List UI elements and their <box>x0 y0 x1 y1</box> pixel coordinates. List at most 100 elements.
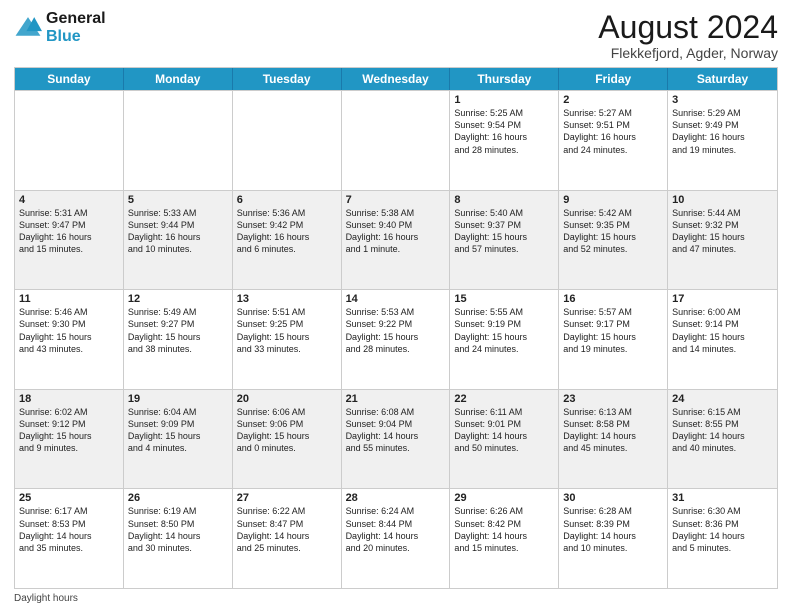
header-cell-friday: Friday <box>559 68 668 90</box>
cal-cell-empty-0-1 <box>124 91 233 190</box>
cal-cell-1: 1Sunrise: 5:25 AM Sunset: 9:54 PM Daylig… <box>450 91 559 190</box>
day-number: 23 <box>563 393 663 405</box>
cell-info: Sunrise: 5:25 AM Sunset: 9:54 PM Dayligh… <box>454 107 554 156</box>
day-number: 17 <box>672 293 773 305</box>
cell-info: Sunrise: 5:44 AM Sunset: 9:32 PM Dayligh… <box>672 207 773 256</box>
cal-cell-20: 20Sunrise: 6:06 AM Sunset: 9:06 PM Dayli… <box>233 390 342 489</box>
cal-cell-21: 21Sunrise: 6:08 AM Sunset: 9:04 PM Dayli… <box>342 390 451 489</box>
day-number: 18 <box>19 393 119 405</box>
cell-info: Sunrise: 5:42 AM Sunset: 9:35 PM Dayligh… <box>563 207 663 256</box>
cell-info: Sunrise: 5:53 AM Sunset: 9:22 PM Dayligh… <box>346 306 446 355</box>
page: General Blue August 2024 Flekkefjord, Ag… <box>0 0 792 612</box>
day-number: 6 <box>237 194 337 206</box>
cal-cell-30: 30Sunrise: 6:28 AM Sunset: 8:39 PM Dayli… <box>559 489 668 588</box>
cal-cell-29: 29Sunrise: 6:26 AM Sunset: 8:42 PM Dayli… <box>450 489 559 588</box>
cell-info: Sunrise: 5:51 AM Sunset: 9:25 PM Dayligh… <box>237 306 337 355</box>
day-number: 4 <box>19 194 119 206</box>
day-number: 15 <box>454 293 554 305</box>
cal-cell-22: 22Sunrise: 6:11 AM Sunset: 9:01 PM Dayli… <box>450 390 559 489</box>
day-number: 28 <box>346 492 446 504</box>
logo: General Blue <box>14 10 106 45</box>
cell-info: Sunrise: 5:49 AM Sunset: 9:27 PM Dayligh… <box>128 306 228 355</box>
day-number: 29 <box>454 492 554 504</box>
header-cell-saturday: Saturday <box>668 68 777 90</box>
cal-cell-14: 14Sunrise: 5:53 AM Sunset: 9:22 PM Dayli… <box>342 290 451 389</box>
title-block: August 2024 Flekkefjord, Agder, Norway <box>598 10 778 61</box>
day-number: 9 <box>563 194 663 206</box>
day-number: 14 <box>346 293 446 305</box>
footer: Daylight hours <box>14 593 778 604</box>
subtitle: Flekkefjord, Agder, Norway <box>598 45 778 61</box>
cal-cell-26: 26Sunrise: 6:19 AM Sunset: 8:50 PM Dayli… <box>124 489 233 588</box>
cell-info: Sunrise: 6:17 AM Sunset: 8:53 PM Dayligh… <box>19 505 119 554</box>
cal-cell-16: 16Sunrise: 5:57 AM Sunset: 9:17 PM Dayli… <box>559 290 668 389</box>
day-number: 16 <box>563 293 663 305</box>
day-number: 21 <box>346 393 446 405</box>
cal-cell-10: 10Sunrise: 5:44 AM Sunset: 9:32 PM Dayli… <box>668 191 777 290</box>
cell-info: Sunrise: 5:27 AM Sunset: 9:51 PM Dayligh… <box>563 107 663 156</box>
main-title: August 2024 <box>598 10 778 45</box>
cal-cell-11: 11Sunrise: 5:46 AM Sunset: 9:30 PM Dayli… <box>15 290 124 389</box>
cell-info: Sunrise: 6:00 AM Sunset: 9:14 PM Dayligh… <box>672 306 773 355</box>
cell-info: Sunrise: 6:19 AM Sunset: 8:50 PM Dayligh… <box>128 505 228 554</box>
day-number: 5 <box>128 194 228 206</box>
day-number: 13 <box>237 293 337 305</box>
cal-cell-12: 12Sunrise: 5:49 AM Sunset: 9:27 PM Dayli… <box>124 290 233 389</box>
cell-info: Sunrise: 5:38 AM Sunset: 9:40 PM Dayligh… <box>346 207 446 256</box>
day-number: 1 <box>454 94 554 106</box>
calendar-row-1: 4Sunrise: 5:31 AM Sunset: 9:47 PM Daylig… <box>15 190 777 290</box>
cal-cell-31: 31Sunrise: 6:30 AM Sunset: 8:36 PM Dayli… <box>668 489 777 588</box>
day-number: 24 <box>672 393 773 405</box>
day-number: 3 <box>672 94 773 106</box>
cal-cell-25: 25Sunrise: 6:17 AM Sunset: 8:53 PM Dayli… <box>15 489 124 588</box>
day-number: 27 <box>237 492 337 504</box>
cell-info: Sunrise: 5:36 AM Sunset: 9:42 PM Dayligh… <box>237 207 337 256</box>
cell-info: Sunrise: 6:08 AM Sunset: 9:04 PM Dayligh… <box>346 406 446 455</box>
cal-cell-2: 2Sunrise: 5:27 AM Sunset: 9:51 PM Daylig… <box>559 91 668 190</box>
cell-info: Sunrise: 6:26 AM Sunset: 8:42 PM Dayligh… <box>454 505 554 554</box>
day-number: 26 <box>128 492 228 504</box>
day-number: 22 <box>454 393 554 405</box>
day-number: 31 <box>672 492 773 504</box>
calendar-header: SundayMondayTuesdayWednesdayThursdayFrid… <box>15 68 777 90</box>
cell-info: Sunrise: 5:40 AM Sunset: 9:37 PM Dayligh… <box>454 207 554 256</box>
day-number: 19 <box>128 393 228 405</box>
header-cell-wednesday: Wednesday <box>342 68 451 90</box>
cal-cell-7: 7Sunrise: 5:38 AM Sunset: 9:40 PM Daylig… <box>342 191 451 290</box>
cell-info: Sunrise: 6:04 AM Sunset: 9:09 PM Dayligh… <box>128 406 228 455</box>
calendar-body: 1Sunrise: 5:25 AM Sunset: 9:54 PM Daylig… <box>15 90 777 588</box>
cell-info: Sunrise: 5:46 AM Sunset: 9:30 PM Dayligh… <box>19 306 119 355</box>
calendar: SundayMondayTuesdayWednesdayThursdayFrid… <box>14 67 778 589</box>
cal-cell-6: 6Sunrise: 5:36 AM Sunset: 9:42 PM Daylig… <box>233 191 342 290</box>
cal-cell-8: 8Sunrise: 5:40 AM Sunset: 9:37 PM Daylig… <box>450 191 559 290</box>
header-cell-tuesday: Tuesday <box>233 68 342 90</box>
cell-info: Sunrise: 6:06 AM Sunset: 9:06 PM Dayligh… <box>237 406 337 455</box>
day-number: 25 <box>19 492 119 504</box>
header-cell-sunday: Sunday <box>15 68 124 90</box>
cell-info: Sunrise: 6:15 AM Sunset: 8:55 PM Dayligh… <box>672 406 773 455</box>
logo-icon <box>14 14 42 42</box>
day-number: 2 <box>563 94 663 106</box>
cal-cell-13: 13Sunrise: 5:51 AM Sunset: 9:25 PM Dayli… <box>233 290 342 389</box>
day-number: 20 <box>237 393 337 405</box>
cal-cell-23: 23Sunrise: 6:13 AM Sunset: 8:58 PM Dayli… <box>559 390 668 489</box>
cal-cell-19: 19Sunrise: 6:04 AM Sunset: 9:09 PM Dayli… <box>124 390 233 489</box>
cell-info: Sunrise: 5:33 AM Sunset: 9:44 PM Dayligh… <box>128 207 228 256</box>
cell-info: Sunrise: 6:13 AM Sunset: 8:58 PM Dayligh… <box>563 406 663 455</box>
day-number: 8 <box>454 194 554 206</box>
day-number: 30 <box>563 492 663 504</box>
cal-cell-3: 3Sunrise: 5:29 AM Sunset: 9:49 PM Daylig… <box>668 91 777 190</box>
cell-info: Sunrise: 5:55 AM Sunset: 9:19 PM Dayligh… <box>454 306 554 355</box>
cal-cell-15: 15Sunrise: 5:55 AM Sunset: 9:19 PM Dayli… <box>450 290 559 389</box>
cal-cell-4: 4Sunrise: 5:31 AM Sunset: 9:47 PM Daylig… <box>15 191 124 290</box>
cell-info: Sunrise: 5:31 AM Sunset: 9:47 PM Dayligh… <box>19 207 119 256</box>
day-number: 7 <box>346 194 446 206</box>
cal-cell-empty-0-2 <box>233 91 342 190</box>
top-section: General Blue August 2024 Flekkefjord, Ag… <box>14 10 778 61</box>
day-number: 11 <box>19 293 119 305</box>
daylight-label: Daylight hours <box>14 593 78 604</box>
cell-info: Sunrise: 6:02 AM Sunset: 9:12 PM Dayligh… <box>19 406 119 455</box>
cell-info: Sunrise: 5:57 AM Sunset: 9:17 PM Dayligh… <box>563 306 663 355</box>
cell-info: Sunrise: 6:30 AM Sunset: 8:36 PM Dayligh… <box>672 505 773 554</box>
cell-info: Sunrise: 6:11 AM Sunset: 9:01 PM Dayligh… <box>454 406 554 455</box>
